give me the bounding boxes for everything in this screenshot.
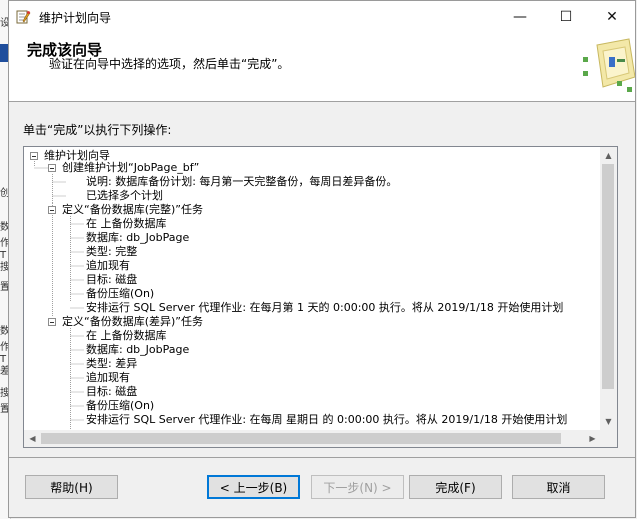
tree-node-detail[interactable]: 数据库: db_JobPage [86,343,189,357]
horizontal-scroll-thumb[interactable] [41,433,561,444]
tree-collapse-toggle[interactable] [30,152,38,160]
scroll-right-arrow-icon[interactable]: ▶ [584,430,601,447]
tree-content: 维护计划向导 创建维护计划“JobPage_bf” 说明: 数据库备份计划: 每… [24,147,601,430]
tree-node-detail[interactable]: 数据库: db_JobPage [86,231,189,245]
tree-collapse-toggle[interactable] [48,206,56,214]
close-icon: ✕ [606,9,618,25]
back-button[interactable]: < 上一步(B) [207,475,300,499]
page-description: 验证在向导中选择的选项，然后单击“完成”。 [49,57,290,71]
window-title: 维护计划向导 [39,11,112,25]
tree-node-plan-multiple[interactable]: 已选择多个计划 [86,189,163,203]
tree-node-plan-description[interactable]: 说明: 数据库备份计划: 每月第一天完整备份，每周日差异备份。 [86,175,397,189]
vertical-scroll-thumb[interactable] [602,164,614,389]
scroll-up-arrow-icon[interactable]: ▲ [600,147,617,164]
scroll-left-arrow-icon[interactable]: ◀ [24,430,41,447]
maximize-button[interactable]: ☐ [543,1,589,33]
tree-collapse-toggle[interactable] [48,164,56,172]
action-prompt: 单击“完成”以执行下列操作: [23,123,172,137]
tree-node-task-differential-backup[interactable]: 定义“备份数据库(差异)”任务 [62,315,203,329]
tree-node-detail[interactable]: 备份压缩(On) [86,287,154,301]
action-tree-view[interactable]: 维护计划向导 创建维护计划“JobPage_bf” 说明: 数据库备份计划: 每… [23,146,618,448]
wizard-header: 完成该向导 验证在向导中选择的选项，然后单击“完成”。 [9,33,636,102]
tree-node-detail[interactable]: 在 上备份数据库 [86,329,167,343]
tree-node-task-full-backup[interactable]: 定义“备份数据库(完整)”任务 [62,203,203,217]
tree-node-detail[interactable]: 在 上备份数据库 [86,217,167,231]
scrollbar-corner [600,430,617,447]
wizard-banner-icon [579,37,636,99]
tree-node-detail[interactable]: 安排运行 SQL Server 代理作业: 在每月第 1 天的 0:00:00 … [86,301,563,315]
tree-node-plan[interactable]: 创建维护计划“JobPage_bf” [62,161,199,175]
minimize-icon: — [513,9,527,25]
tree-collapse-toggle[interactable] [48,318,56,326]
maintenance-plan-wizard-dialog: 维护计划向导 — ☐ ✕ 完成该向导 验证在向导中选择的选项，然后单击“完成”。… [8,0,636,518]
wizard-app-icon [15,9,31,25]
tree-node-detail[interactable]: 类型: 完整 [86,245,137,259]
tree-node-detail[interactable]: 追加现有 [86,371,130,385]
scroll-down-arrow-icon[interactable]: ▼ [600,413,617,430]
cancel-button[interactable]: 取消 [512,475,605,499]
close-button[interactable]: ✕ [589,1,635,33]
help-button[interactable]: 帮助(H) [25,475,118,499]
horizontal-scrollbar[interactable]: ◀ ▶ [24,430,601,447]
finish-button[interactable]: 完成(F) [409,475,502,499]
footer-divider [9,457,635,458]
tree-node-detail[interactable]: 追加现有 [86,259,130,273]
tree-node-detail[interactable]: 类型: 差异 [86,357,137,371]
next-button[interactable]: 下一步(N) > [311,475,404,499]
tree-node-detail[interactable]: 安排运行 SQL Server 代理作业: 在每周 星期日 的 0:00:00 … [86,413,567,427]
tree-node-detail[interactable]: 目标: 磁盘 [86,385,137,399]
tree-node-detail[interactable]: 目标: 磁盘 [86,273,137,287]
minimize-button[interactable]: — [497,1,543,33]
maximize-icon: ☐ [559,9,573,25]
vertical-scrollbar[interactable]: ▲ ▼ [600,147,617,430]
tree-node-detail[interactable]: 备份压缩(On) [86,399,154,413]
title-bar[interactable]: 维护计划向导 — ☐ ✕ [9,1,635,33]
